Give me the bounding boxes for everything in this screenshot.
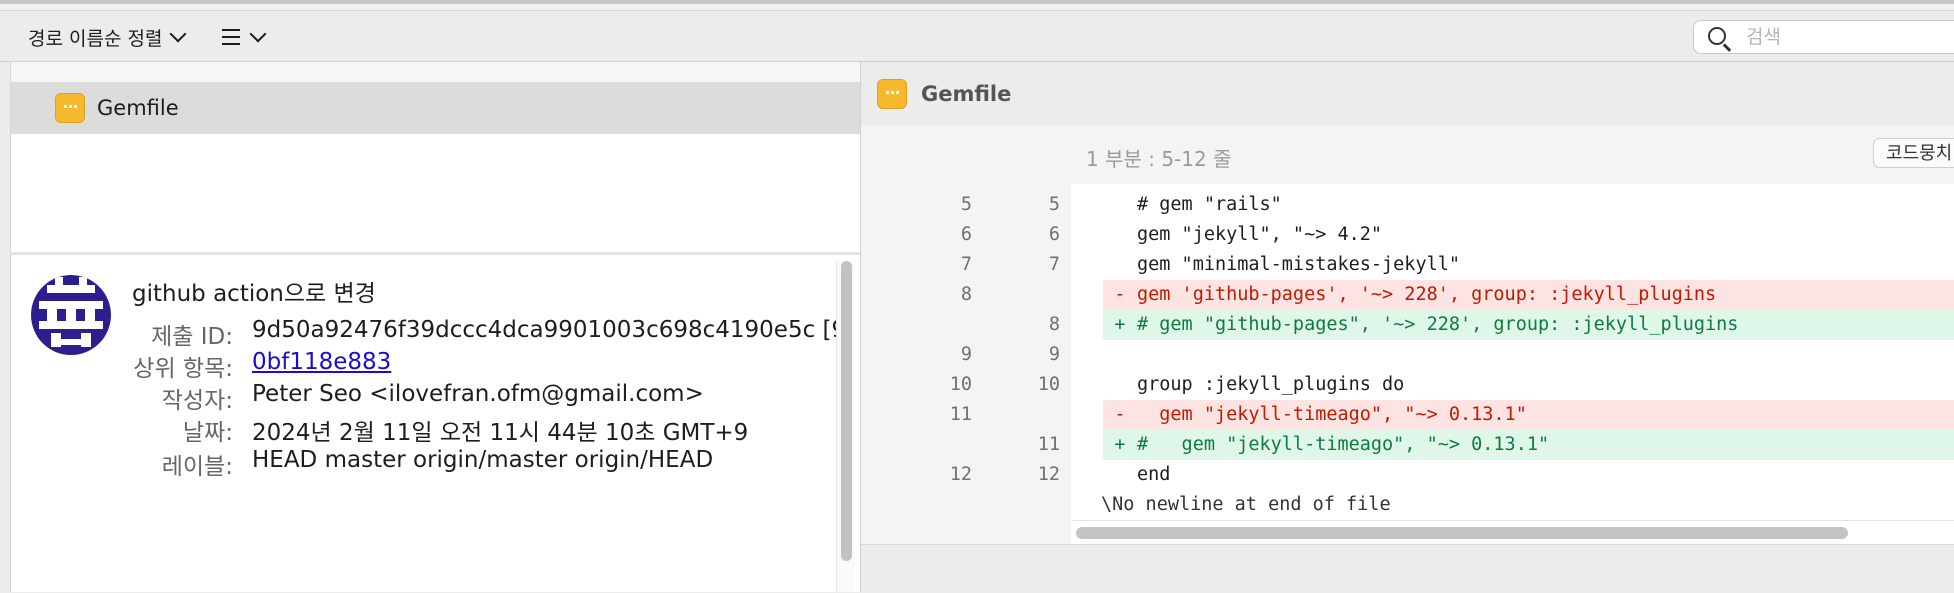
date-label: 날짜:: [182, 420, 233, 446]
added-line: + # gem "jekyll-timeago", "~> 0.13.1": [1103, 430, 1954, 460]
file-modified-icon: [55, 93, 85, 123]
diff-file-name: Gemfile: [921, 82, 1012, 106]
old-line-number: 5: [960, 194, 972, 215]
no-newline-note: \ No newline at end of file: [1101, 494, 1391, 515]
old-line-number: [912, 310, 972, 340]
diff-marker: +: [1114, 434, 1126, 455]
new-line-number: 10: [1037, 374, 1060, 395]
new-line-number: 5: [1048, 194, 1060, 215]
old-line-number: 12: [949, 464, 972, 485]
toolbar: 경로 이름순 정렬: [0, 11, 1954, 62]
old-line-number: 9: [960, 344, 972, 365]
labels-value: HEAD master origin/master origin/HEAD: [252, 447, 714, 473]
scrollbar-thumb[interactable]: [1076, 527, 1848, 539]
context-line: gem "minimal-mistakes-jekyll": [1103, 250, 1954, 280]
search-box[interactable]: [1693, 20, 1954, 54]
file-name: Gemfile: [97, 96, 179, 120]
file-modified-icon: [877, 79, 907, 109]
code-text: gem "jekyll", "~> 4.2": [1137, 224, 1383, 245]
changed-files-list: Gemfile: [10, 62, 861, 252]
old-line-number: 6: [960, 224, 972, 245]
commit-message: github action으로 변경: [132, 281, 376, 307]
context-line: # gem "rails": [1103, 190, 1954, 220]
chevron-down-icon: [249, 25, 267, 43]
labels-label: 레이블:: [161, 454, 233, 480]
date-value: 2024년 2월 11일 오전 11시 44분 10초 GMT+9: [252, 420, 749, 446]
deleted-line: - gem 'github-pages', '~> 228', group: :j…: [1103, 280, 1954, 310]
sort-label: 경로 이름순 정렬: [28, 27, 163, 50]
sort-dropdown[interactable]: 경로 이름순 정렬: [28, 25, 187, 50]
new-line-number: 6: [1048, 224, 1060, 245]
old-line-number: 11: [949, 404, 972, 425]
old-line-number: 7: [960, 254, 972, 275]
author-label: 작성자:: [161, 388, 233, 414]
new-line-number: [1000, 400, 1060, 430]
hunk-action-button[interactable]: 코드뭉치: [1873, 138, 1954, 168]
chevron-down-icon: [169, 25, 187, 43]
commit-id-label: 제출 ID:: [151, 324, 233, 350]
vertical-scrollbar[interactable]: [836, 261, 855, 592]
diff-marker: -: [1114, 404, 1126, 425]
commit-id-value: 9d50a92476f39dccc4dca9901003c698c4190e5c…: [252, 317, 847, 343]
code-text: group :jekyll_plugins do: [1137, 374, 1405, 395]
deleted-line: - gem "jekyll-timeago", "~> 0.13.1": [1103, 400, 1954, 430]
new-line-number: [1000, 490, 1060, 520]
code-text: # gem "rails": [1137, 194, 1282, 215]
scrollbar-thumb[interactable]: [841, 261, 852, 561]
new-line-number: 11: [1037, 434, 1060, 455]
code-text: end: [1137, 464, 1171, 485]
new-line-number: 12: [1037, 464, 1060, 485]
old-line-number: 10: [949, 374, 972, 395]
context-line: group :jekyll_plugins do: [1103, 370, 1954, 400]
search-icon: [1708, 27, 1726, 45]
diff-file-header: Gemfile: [861, 62, 1954, 126]
code-text: gem "minimal-mistakes-jekyll": [1137, 254, 1461, 275]
hunk-header: 1 부분 : 5-12 줄 코드뭉치: [1071, 126, 1954, 184]
context-line: [1103, 340, 1954, 370]
search-input[interactable]: [1744, 24, 1948, 50]
diff-marker: +: [1114, 314, 1126, 335]
horizontal-scrollbar[interactable]: [1071, 520, 1954, 545]
parent-commit-link[interactable]: 0bf118e883: [252, 349, 391, 375]
context-line: gem "jekyll", "~> 4.2": [1103, 220, 1954, 250]
list-item[interactable]: Gemfile: [11, 82, 861, 134]
new-line-number: 9: [1048, 344, 1060, 365]
window-top-strip: [0, 4, 1954, 11]
new-line-number: 7: [1048, 254, 1060, 275]
code-text: # gem "github-pages", '~> 228', group: :…: [1137, 314, 1739, 335]
code-text: # gem "jekyll-timeago", "~> 0.13.1": [1137, 434, 1550, 455]
parent-label: 상위 항목:: [133, 356, 233, 382]
author-value: Peter Seo <ilovefran.ofm@gmail.com>: [252, 381, 704, 407]
hunk-range: 1 부분 : 5-12 줄: [1086, 147, 1232, 171]
diff-footer: [861, 544, 1954, 593]
code-text: gem "jekyll-timeago", "~> 0.13.1": [1137, 404, 1527, 425]
old-line-number: 8: [960, 284, 972, 305]
code-text: gem 'github-pages', '~> 228', group: :je…: [1137, 284, 1717, 305]
old-line-number: [912, 490, 972, 520]
diff-marker: -: [1114, 284, 1126, 305]
view-options-dropdown[interactable]: [222, 25, 267, 49]
commit-info-panel: github action으로 변경 제출 ID: 9d50a92476f39d…: [10, 255, 861, 592]
context-line: end: [1103, 460, 1954, 490]
code-text: No newline at end of file: [1101, 494, 1391, 515]
list-icon: [222, 29, 240, 45]
new-line-number: [1000, 280, 1060, 310]
new-line-number: 8: [1048, 314, 1060, 335]
added-line: + # gem "github-pages", '~> 228', group: …: [1103, 310, 1954, 340]
old-line-number: [912, 430, 972, 460]
